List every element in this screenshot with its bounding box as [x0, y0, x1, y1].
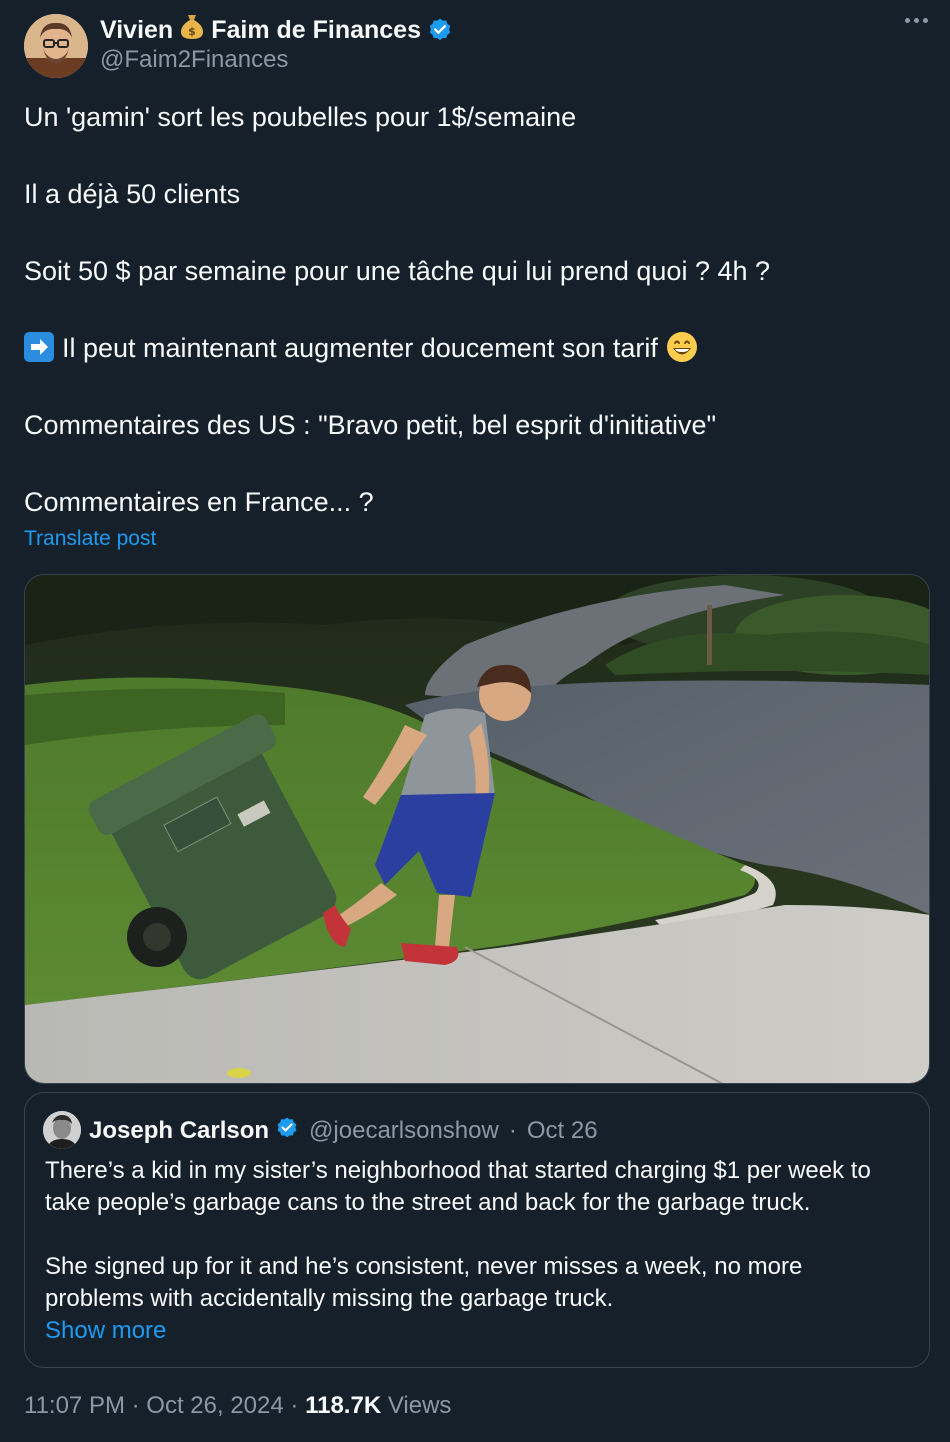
tweet-line: Un 'gamin' sort les poubelles pour 1$/se…	[24, 102, 577, 132]
money-bag-icon: $	[179, 13, 205, 48]
translate-post-link[interactable]: Translate post	[24, 527, 156, 551]
tweet-line-with-emoji: Il peut maintenant augmenter doucement s…	[24, 329, 924, 367]
post-time[interactable]: 11:07 PM	[24, 1392, 125, 1419]
quoted-separator: ·	[508, 1117, 517, 1144]
tweet: Vivien $ Faim de Finances @Faim2Finances…	[0, 0, 950, 1442]
quoted-author-name[interactable]: Joseph Carlson	[89, 1117, 269, 1145]
right-arrow-icon	[24, 332, 54, 362]
author-name-row[interactable]: Vivien $ Faim de Finances	[100, 12, 453, 48]
more-options-icon[interactable]	[905, 18, 928, 23]
svg-text:$: $	[188, 25, 196, 38]
photo-image	[25, 575, 929, 1083]
quoted-line: problems with accidentally missing the g…	[45, 1285, 614, 1312]
tweet-line: Il peut maintenant augmenter doucement s…	[62, 333, 658, 363]
views-label: Views	[387, 1392, 452, 1419]
quoted-date[interactable]: Oct 26	[527, 1117, 598, 1145]
tweet-line: Soit 50 $ par semaine pour une tâche qui…	[24, 256, 771, 286]
post-date[interactable]: Oct 26, 2024	[146, 1392, 283, 1419]
quoted-avatar-image	[43, 1111, 81, 1149]
author-handle[interactable]: @Faim2Finances	[100, 46, 288, 74]
author-name-first: Vivien	[100, 15, 174, 44]
verified-badge-icon	[275, 1116, 299, 1147]
separator: ·	[131, 1392, 140, 1419]
quoted-tweet[interactable]: Joseph Carlson @joecarlsonshow · Oct 26 …	[24, 1092, 930, 1368]
quoted-header: Joseph Carlson @joecarlsonshow · Oct 26	[89, 1113, 598, 1149]
quoted-author-avatar[interactable]	[43, 1111, 81, 1149]
author-avatar[interactable]	[24, 14, 88, 78]
quoted-author-handle[interactable]: @joecarlsonshow	[309, 1117, 499, 1145]
tweet-text: Un 'gamin' sort les poubelles pour 1$/se…	[24, 98, 924, 521]
grinning-face-icon	[666, 331, 698, 363]
quoted-line: There’s a kid in my sister’s neighborhoo…	[45, 1157, 871, 1184]
verified-badge-icon	[427, 17, 453, 43]
quoted-line: take people’s garbage cans to the street…	[45, 1189, 811, 1216]
avatar-image	[24, 14, 88, 78]
tweet-line: Commentaires des US : "Bravo petit, bel …	[24, 410, 717, 440]
quoted-text: There’s a kid in my sister’s neighborhoo…	[45, 1155, 915, 1347]
tweet-photo[interactable]	[24, 574, 930, 1084]
tweet-line: Il a déjà 50 clients	[24, 179, 241, 209]
views-count: 118.7K	[305, 1392, 382, 1419]
show-more-link[interactable]: Show more	[45, 1317, 166, 1344]
author-name-last: Faim de Finances	[211, 15, 421, 44]
tweet-line: Commentaires en France... ?	[24, 487, 374, 517]
quoted-line: She signed up for it and he’s consistent…	[45, 1253, 803, 1280]
tweet-metadata: 11:07 PM · Oct 26, 2024 · 118.7K Views	[24, 1392, 451, 1420]
separator: ·	[290, 1392, 299, 1419]
